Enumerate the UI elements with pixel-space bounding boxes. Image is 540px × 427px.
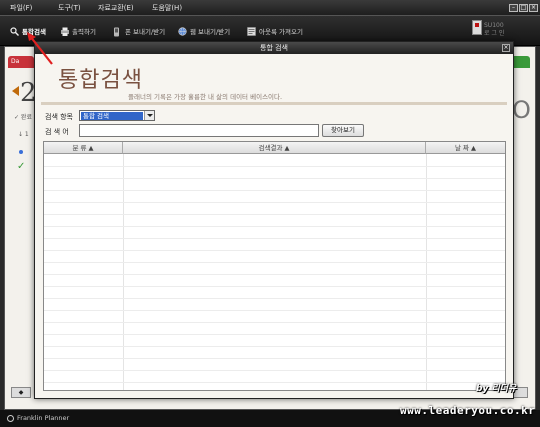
table-row xyxy=(44,358,505,359)
search-category-label: 검색 항목 xyxy=(45,113,73,121)
menu-exchange[interactable]: 자료교환(E) xyxy=(98,3,134,13)
close-app-button[interactable]: × xyxy=(529,4,538,12)
brand-name: Franklin Planner xyxy=(17,414,70,422)
maximize-button[interactable]: □ xyxy=(519,4,528,12)
brand-logo: Franklin Planner xyxy=(7,414,69,422)
login-status: 로 그 인 xyxy=(484,30,505,37)
task-check-icon: ✓ xyxy=(17,161,26,172)
minimize-button[interactable]: – xyxy=(509,4,518,12)
planner-right-glyph: O xyxy=(512,96,531,124)
table-row xyxy=(44,178,505,179)
planner-priority-header: ↓ 1 xyxy=(18,131,29,138)
menu-file[interactable]: 파일(F) xyxy=(10,3,32,13)
column-header-result[interactable]: 검색결과 ▲ xyxy=(123,142,426,154)
results-table[interactable]: 분 류 ▲ 검색결과 ▲ 날 짜 ▲ xyxy=(43,141,506,391)
phone-icon xyxy=(113,27,122,36)
column-header-date[interactable]: 날 짜 ▲ xyxy=(426,142,505,154)
table-row xyxy=(44,286,505,287)
task-dot-icon xyxy=(19,150,23,154)
search-input[interactable] xyxy=(79,124,319,137)
table-row xyxy=(44,370,505,371)
planner-bottom-left-button[interactable]: ◆ xyxy=(11,387,31,398)
toolbar-print-button[interactable]: 출력하기 xyxy=(60,26,96,36)
toolbar-search-button[interactable]: 통합검색 xyxy=(10,26,46,36)
watermark-author: by 리더유 xyxy=(476,384,517,394)
table-row xyxy=(44,382,505,383)
franklin-logo-icon xyxy=(7,414,14,422)
table-row xyxy=(44,322,505,323)
search-term-label: 검 색 어 xyxy=(45,128,69,136)
planner-done-label: ✓ 완료 xyxy=(14,114,32,121)
page-subtitle: 플래너의 기록은 가장 훌륭한 내 삶의 데이터 베이스이다. xyxy=(128,93,283,101)
table-row xyxy=(44,310,505,311)
user-icon[interactable] xyxy=(472,20,482,35)
app-window: 파일(F) 도구(T) 자료교환(E) 도움말(H) – □ × 통합검색 출력… xyxy=(0,0,540,427)
watermark-url: www.leaderyou.co.kr xyxy=(400,404,536,417)
menu-bar: 파일(F) 도구(T) 자료교환(E) 도움말(H) – □ × xyxy=(0,0,540,16)
menu-help[interactable]: 도움말(H) xyxy=(152,3,182,13)
table-row xyxy=(44,334,505,335)
find-button[interactable]: 찾아보기 xyxy=(322,124,364,137)
dialog-title: 통합 검색 xyxy=(260,44,288,52)
table-row xyxy=(44,214,505,215)
column-header-category[interactable]: 분 류 ▲ xyxy=(44,142,123,154)
toolbar-print-label: 출력하기 xyxy=(72,28,96,36)
outlook-icon xyxy=(247,26,256,36)
search-category-value: 통합 검색 xyxy=(81,112,143,120)
table-row xyxy=(44,166,505,167)
table-row xyxy=(44,238,505,239)
toolbar-phone-button[interactable]: 폰 보내기/받기 xyxy=(113,26,165,36)
toolbar-outlook-button[interactable]: 아웃룩 가져오기 xyxy=(247,26,303,36)
table-row xyxy=(44,298,505,299)
dialog-close-button[interactable]: × xyxy=(502,44,510,52)
toolbar-phone-label: 폰 보내기/받기 xyxy=(125,28,166,36)
table-row xyxy=(44,226,505,227)
table-row xyxy=(44,202,505,203)
search-category-select[interactable]: 통합 검색 xyxy=(79,110,155,121)
table-row xyxy=(44,190,505,191)
prev-day-arrow-icon[interactable] xyxy=(12,86,19,96)
user-info: SU100 로 그 인 xyxy=(484,22,504,38)
user-id: SU100 xyxy=(484,22,504,29)
divider xyxy=(41,102,507,105)
search-icon xyxy=(10,26,19,36)
search-dialog: 통합 검색 × 통합검색 플래너의 기록은 가장 훌륭한 내 삶의 데이터 베이… xyxy=(34,41,514,399)
page-title: 통합검색 xyxy=(58,68,143,93)
toolbar-outlook-label: 아웃룩 가져오기 xyxy=(259,28,303,36)
toolbar-web-label: 웹 보내기/받기 xyxy=(190,28,231,36)
table-row xyxy=(44,262,505,263)
chevron-down-icon[interactable] xyxy=(144,111,154,120)
globe-icon xyxy=(178,26,187,36)
table-row xyxy=(44,274,505,275)
toolbar-web-button[interactable]: 웹 보내기/받기 xyxy=(178,26,230,36)
dialog-title-bar[interactable]: 통합 검색 × xyxy=(35,42,513,54)
table-row xyxy=(44,346,505,347)
printer-icon xyxy=(60,27,69,36)
toolbar-search-label: 통합검색 xyxy=(22,28,46,36)
menu-tools[interactable]: 도구(T) xyxy=(58,3,81,13)
planner-tab-daily[interactable]: Da xyxy=(8,56,34,68)
table-row xyxy=(44,250,505,251)
